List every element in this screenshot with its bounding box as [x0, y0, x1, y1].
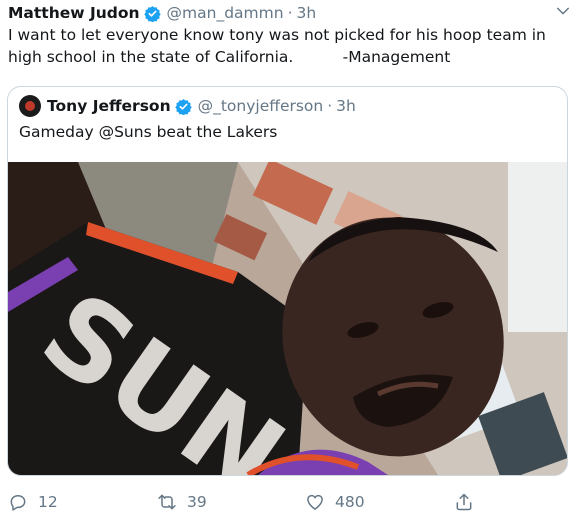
retweet-button[interactable]: 39	[157, 488, 207, 516]
quoted-handle[interactable]: @_tonyjefferson	[198, 97, 324, 115]
quoted-photo[interactable]: SUN	[8, 162, 567, 475]
verified-badge-icon	[143, 5, 161, 22]
retweet-count: 39	[187, 493, 207, 511]
like-count: 480	[335, 493, 365, 511]
reply-icon	[10, 495, 26, 511]
tweet-header: Matthew Judon @man_dammn · 3h	[8, 2, 566, 24]
share-button[interactable]	[454, 488, 484, 516]
heart-icon	[307, 494, 323, 510]
verified-badge-icon	[174, 98, 192, 115]
quoted-header: Tony Jefferson @_tonyjefferson · 3h	[19, 95, 557, 117]
like-button[interactable]: 480	[305, 488, 365, 516]
author-handle[interactable]: @man_dammn	[167, 4, 284, 22]
quoted-text: Gameday @Suns beat the Lakers	[19, 123, 278, 141]
quoted-author-name[interactable]: Tony Jefferson	[47, 97, 171, 115]
retweet-icon	[158, 494, 176, 510]
separator-dot: ·	[287, 4, 293, 22]
chevron-down-icon[interactable]	[554, 2, 572, 20]
quoted-tweet[interactable]: Tony Jefferson @_tonyjefferson · 3h Game…	[7, 86, 568, 476]
reply-button[interactable]: 12	[8, 488, 58, 516]
tweet-time[interactable]: 3h	[297, 4, 317, 22]
separator-dot: ·	[327, 97, 333, 115]
avatar[interactable]	[19, 95, 41, 117]
reply-count: 12	[38, 493, 58, 511]
quoted-time[interactable]: 3h	[336, 97, 356, 115]
tweet[interactable]: Matthew Judon @man_dammn · 3h I want to …	[0, 0, 574, 517]
tweet-text: I want to let everyone know tony was not…	[8, 26, 551, 66]
share-icon	[456, 493, 472, 511]
author-name[interactable]: Matthew Judon	[8, 4, 140, 22]
tweet-actions: 12 39 480	[0, 488, 574, 516]
